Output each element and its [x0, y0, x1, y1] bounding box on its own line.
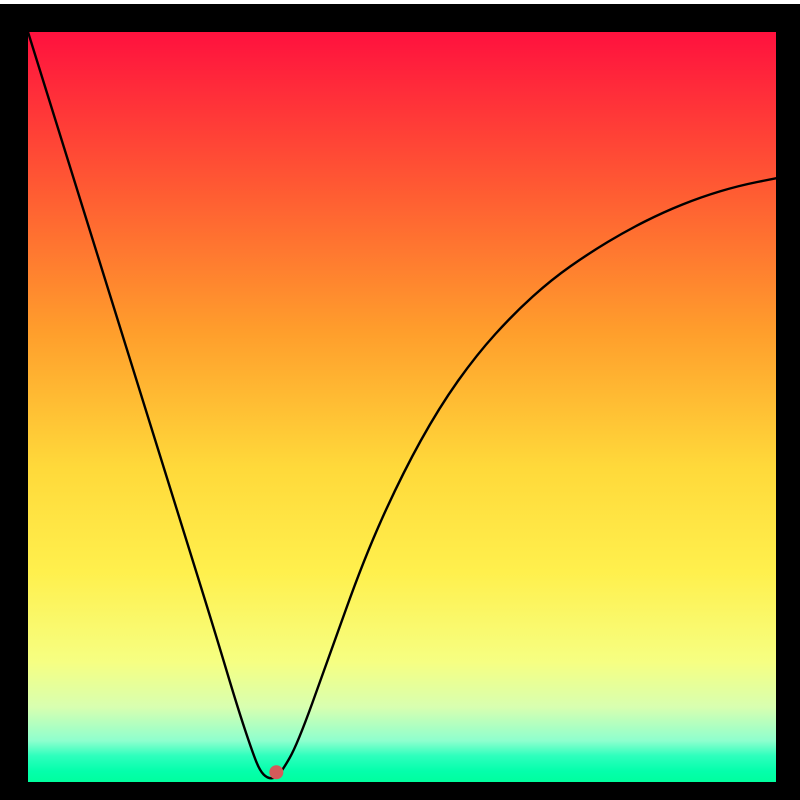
- bottleneck-chart: [28, 32, 776, 782]
- optimal-point-marker: [269, 765, 283, 779]
- watermark-text: TheBottleneck.com: [588, 4, 780, 30]
- gradient-background: [28, 32, 776, 782]
